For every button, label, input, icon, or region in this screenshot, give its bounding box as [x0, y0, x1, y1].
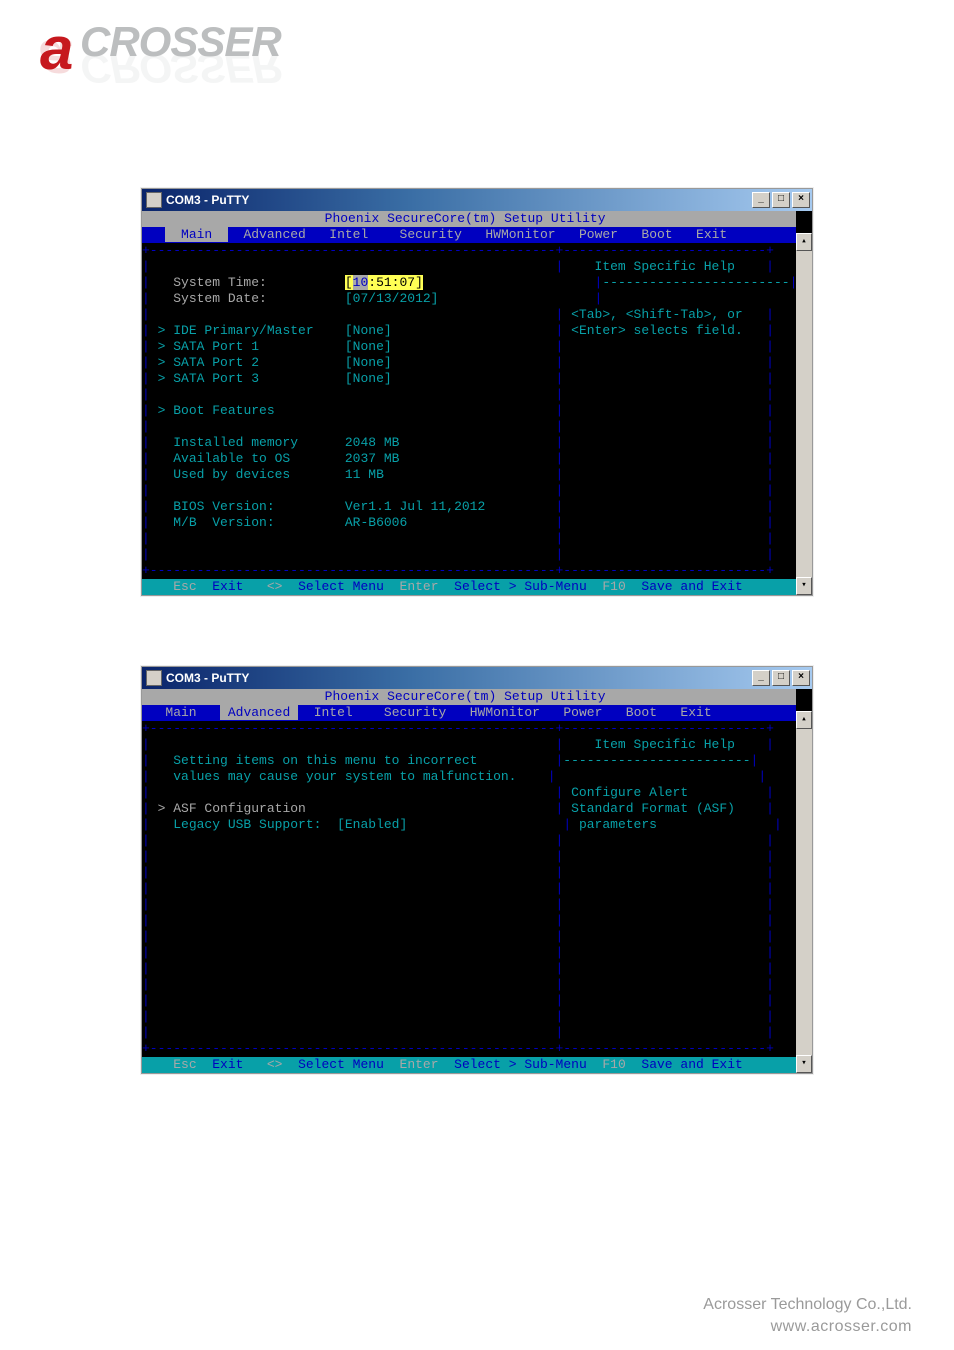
bios-menu-tabs[interactable]: Main Advanced Intel Security HWMonitor P… — [142, 705, 796, 721]
installed-memory-label: Installed memory — [173, 435, 298, 450]
terminal-area: Phoenix SecureCore(tm) Setup Utility Mai… — [142, 211, 812, 595]
window-buttons: _ □ × — [752, 670, 810, 686]
bios-utility-title: Phoenix SecureCore(tm) Setup Utility — [142, 211, 796, 227]
tab-power[interactable]: Power — [563, 705, 602, 720]
help-line-1: <Tab>, <Shift-Tab>, or — [571, 307, 743, 322]
enter-key: Enter — [400, 1057, 439, 1072]
putty-icon — [146, 670, 162, 686]
sata-port-1[interactable]: > SATA Port 1 — [158, 339, 259, 354]
arrow-keys: <> — [267, 1057, 283, 1072]
terminal-area: Phoenix SecureCore(tm) Setup Utility Mai… — [142, 689, 812, 1073]
esc-key: Esc — [173, 579, 196, 594]
window-titlebar[interactable]: COM3 - PuTTY _ □ × — [142, 189, 812, 211]
tab-power[interactable]: Power — [579, 227, 618, 242]
tab-security[interactable]: Security — [400, 227, 462, 242]
page-footer: Acrosser Technology Co.,Ltd. www.acrosse… — [703, 1296, 912, 1336]
close-button[interactable]: × — [792, 192, 810, 208]
minimize-button[interactable]: _ — [752, 670, 770, 686]
company-url: www.acrosser.com — [703, 1318, 912, 1336]
tab-exit[interactable]: Exit — [680, 705, 711, 720]
tab-hwmonitor[interactable]: HWMonitor — [485, 227, 555, 242]
scroll-up-button[interactable]: ▴ — [796, 233, 812, 251]
system-date-label: System Date: — [173, 291, 267, 306]
maximize-button[interactable]: □ — [772, 192, 790, 208]
sata-port-3[interactable]: > SATA Port 3 — [158, 371, 259, 386]
scroll-up-button[interactable]: ▴ — [796, 711, 812, 729]
boot-features[interactable]: > Boot Features — [158, 403, 275, 418]
scroll-down-button[interactable]: ▾ — [796, 1055, 812, 1073]
f10-key: F10 — [602, 579, 625, 594]
tab-advanced[interactable]: Advanced — [220, 705, 298, 720]
putty-icon — [146, 192, 162, 208]
system-time-field[interactable]: 10 — [353, 275, 369, 290]
tab-boot[interactable]: Boot — [626, 705, 657, 720]
arrow-keys: <> — [267, 579, 283, 594]
window-title: COM3 - PuTTY — [166, 670, 249, 686]
available-to-os-label: Available to OS — [173, 451, 290, 466]
tab-main[interactable]: Main — [165, 227, 227, 242]
bios-footer-keys: Esc Exit <> Select Menu Enter Select > S… — [142, 579, 796, 595]
help-line-2: Standard Format (ASF) — [571, 801, 735, 816]
bios-version-label: BIOS Version: — [173, 499, 274, 514]
company-name: Acrosser Technology Co.,Ltd. — [703, 1296, 912, 1314]
warning-line-1: Setting items on this menu to incorrect — [173, 753, 477, 768]
maximize-button[interactable]: □ — [772, 670, 790, 686]
help-line-1: Configure Alert — [571, 785, 688, 800]
help-line-2: <Enter> selects field. — [571, 323, 743, 338]
divider: +---------------------------------------… — [142, 563, 796, 579]
scroll-track[interactable] — [796, 729, 812, 1055]
putty-window-main: COM3 - PuTTY _ □ × Phoenix SecureCore(tm… — [141, 188, 813, 596]
acrosser-logo: a CROSSER a CROSSER — [40, 18, 340, 98]
sata-port-2[interactable]: > SATA Port 2 — [158, 355, 259, 370]
tab-exit[interactable]: Exit — [696, 227, 727, 242]
warning-line-2: values may cause your system to malfunct… — [173, 769, 516, 784]
enter-key: Enter — [400, 579, 439, 594]
f10-key: F10 — [602, 1057, 625, 1072]
system-date-value[interactable]: [07/13/2012] — [345, 291, 439, 306]
window-scrollbar[interactable]: ▴ ▾ — [796, 233, 812, 595]
asf-configuration[interactable]: > ASF Configuration — [158, 801, 306, 816]
window-title: COM3 - PuTTY — [166, 192, 249, 208]
mb-version-label: M/B Version: — [173, 515, 274, 530]
legacy-usb-value[interactable]: [Enabled] — [337, 817, 407, 832]
used-by-devices-value: 11 MB — [345, 467, 384, 482]
bios-body: | | Item Specific Help | | Setting items… — [142, 737, 796, 1041]
bios-utility-title: Phoenix SecureCore(tm) Setup Utility — [142, 689, 796, 705]
help-title: Item Specific Help — [595, 737, 735, 752]
system-time-label: System Time: — [173, 275, 267, 290]
esc-key: Esc — [173, 1057, 196, 1072]
legacy-usb-label: Legacy USB Support: — [173, 817, 321, 832]
window-buttons: _ □ × — [752, 192, 810, 208]
close-button[interactable]: × — [792, 670, 810, 686]
window-scrollbar[interactable]: ▴ ▾ — [796, 711, 812, 1073]
tab-security[interactable]: Security — [384, 705, 446, 720]
putty-window-advanced: COM3 - PuTTY _ □ × Phoenix SecureCore(tm… — [141, 666, 813, 1074]
tab-hwmonitor[interactable]: HWMonitor — [470, 705, 540, 720]
tab-boot[interactable]: Boot — [641, 227, 672, 242]
used-by-devices-label: Used by devices — [173, 467, 290, 482]
tab-intel[interactable]: Intel — [329, 227, 368, 242]
divider: +---------------------------------------… — [142, 243, 796, 259]
available-to-os-value: 2037 MB — [345, 451, 400, 466]
tab-advanced[interactable]: Advanced — [243, 227, 305, 242]
bios-footer-keys: Esc Exit <> Select Menu Enter Select > S… — [142, 1057, 796, 1073]
divider: +---------------------------------------… — [142, 1041, 796, 1057]
window-titlebar[interactable]: COM3 - PuTTY _ □ × — [142, 667, 812, 689]
ide-primary-master[interactable]: > IDE Primary/Master — [158, 323, 314, 338]
scroll-track[interactable] — [796, 251, 812, 577]
minimize-button[interactable]: _ — [752, 192, 770, 208]
scroll-down-button[interactable]: ▾ — [796, 577, 812, 595]
help-line-3: parameters — [579, 817, 657, 832]
tab-intel[interactable]: Intel — [314, 705, 353, 720]
bios-version-value: Ver1.1 Jul 11,2012 — [345, 499, 485, 514]
help-title: Item Specific Help — [595, 259, 735, 274]
bios-body: | | Item Specific Help | | System Time: … — [142, 259, 796, 563]
mb-version-value: AR-B6006 — [345, 515, 407, 530]
divider: +---------------------------------------… — [142, 721, 796, 737]
tab-main[interactable]: Main — [165, 705, 196, 720]
installed-memory-value: 2048 MB — [345, 435, 400, 450]
bios-menu-tabs[interactable]: Main Advanced Intel Security HWMonitor P… — [142, 227, 796, 243]
